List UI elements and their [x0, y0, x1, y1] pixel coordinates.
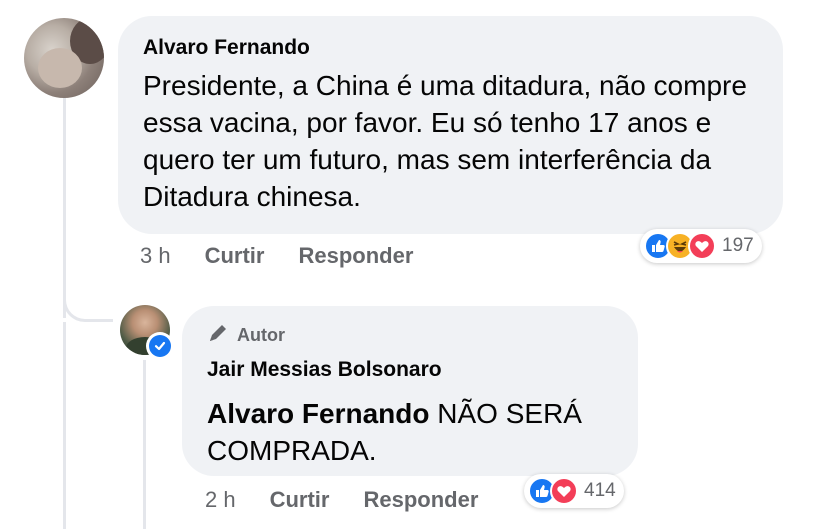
thread-connector [63, 322, 66, 529]
love-icon [550, 477, 578, 505]
pen-icon [207, 322, 229, 349]
comment-actions: 3 h Curtir Responder [140, 243, 447, 269]
reply-timestamp[interactable]: 2 h [205, 487, 236, 513]
reaction-count: 414 [584, 480, 616, 501]
reaction-count: 197 [722, 235, 754, 256]
comment-text: Presidente, a China é uma ditadura, não … [143, 70, 747, 212]
reply-author-name[interactable]: Jair Messias Bolsonaro [207, 358, 442, 382]
like-button[interactable]: Curtir [205, 243, 265, 269]
author-badge: Autor [207, 322, 285, 348]
comment-timestamp[interactable]: 3 h [140, 243, 171, 269]
mention-link[interactable]: Alvaro Fernando [207, 398, 429, 429]
reply-text: Alvaro Fernando NÃO SERÁ COMPRADA. [207, 395, 637, 469]
comment-thread: Alvaro Fernando Presidente, a China é um… [0, 0, 828, 529]
reply-actions: 2 h Curtir Responder [205, 487, 512, 513]
verified-icon [146, 332, 174, 360]
reaction-summary[interactable]: 414 [524, 474, 624, 508]
reply-button[interactable]: Responder [298, 243, 413, 269]
reaction-summary[interactable]: 197 [640, 229, 762, 263]
thread-connector [63, 96, 66, 318]
reply-button[interactable]: Responder [363, 487, 478, 513]
comment-author-name[interactable]: Alvaro Fernando [143, 36, 310, 60]
thread-connector-curve [63, 290, 113, 322]
love-icon [688, 232, 716, 260]
avatar[interactable] [24, 18, 104, 98]
author-badge-label: Autor [237, 324, 285, 345]
like-button[interactable]: Curtir [270, 487, 330, 513]
reply-connector [143, 360, 146, 529]
